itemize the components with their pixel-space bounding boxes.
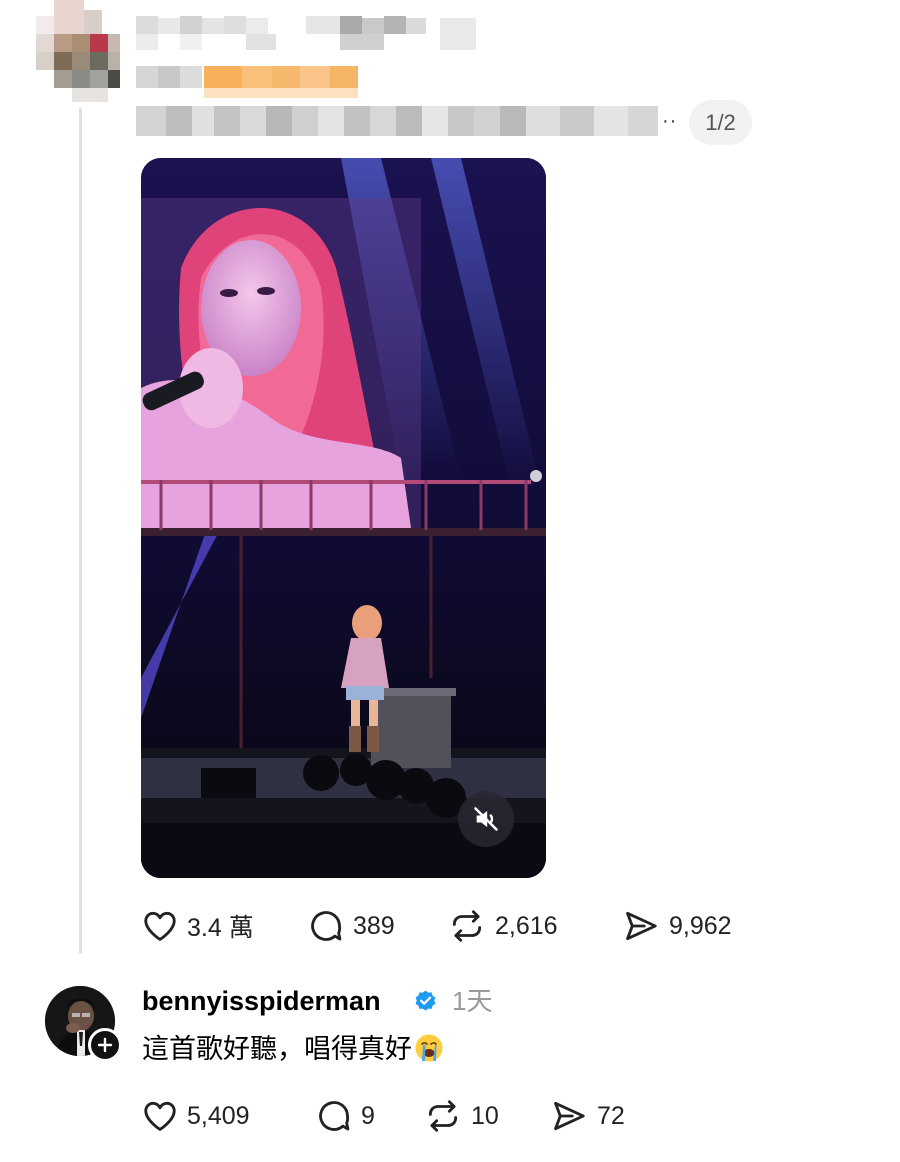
thread-connector-line [79, 108, 82, 954]
post-action-bar: 3.4 萬 389 2,616 9,962 [141, 904, 761, 948]
reply-repost-count: 10 [471, 1101, 499, 1130]
reply-share-button[interactable]: 72 [549, 1094, 625, 1138]
carousel-page-indicator[interactable]: 1/2 [689, 100, 752, 145]
plus-icon [97, 1037, 113, 1053]
more-indicator: ·· [662, 110, 678, 132]
reply-action-bar: 5,409 9 10 72 [141, 1094, 661, 1138]
comment-bubble-icon [311, 911, 342, 941]
reply-timestamp: 1天 [452, 986, 493, 1016]
reply-like-button[interactable]: 5,409 [141, 1094, 250, 1138]
threads-post-page: ·· 1/2 3.4 萬 389 2,616 9,962 bennyisspid… [0, 0, 900, 1162]
heart-icon [144, 1101, 176, 1131]
follow-button[interactable] [88, 1028, 122, 1062]
reply-text: 這首歌好聽，唱得真好 [142, 1034, 412, 1064]
mute-button[interactable] [458, 791, 514, 847]
reply-repost-button[interactable]: 10 [423, 1094, 499, 1138]
like-count: 3.4 萬 [187, 914, 254, 942]
share-button[interactable]: 9,962 [621, 904, 732, 948]
reply-comment-button[interactable]: 9 [315, 1094, 375, 1138]
heart-icon [144, 911, 176, 941]
send-icon [554, 1101, 585, 1131]
reply-share-count: 72 [597, 1101, 625, 1130]
reply-body: 這首歌好聽，唱得真好 [142, 1031, 444, 1067]
loudly-crying-face-emoji-icon [415, 1034, 443, 1062]
comment-count: 389 [353, 911, 395, 940]
reply-like-count: 5,409 [187, 1101, 250, 1130]
muted-speaker-icon [474, 807, 498, 831]
repost-count: 2,616 [495, 911, 558, 940]
pixelated-author-header [0, 0, 760, 150]
share-count: 9,962 [669, 911, 732, 940]
repost-icon [452, 910, 482, 942]
send-icon [626, 911, 657, 941]
repost-button[interactable]: 2,616 [447, 904, 558, 948]
repost-icon [428, 1100, 458, 1132]
concert-video-frame [141, 158, 546, 878]
reply-comment-count: 9 [361, 1101, 375, 1130]
like-button[interactable]: 3.4 萬 [141, 904, 254, 948]
reply-username[interactable]: bennyisspiderman [142, 985, 381, 1017]
post-video[interactable] [141, 158, 546, 878]
verified-badge-icon [415, 990, 436, 1011]
comment-button[interactable]: 389 [307, 904, 395, 948]
comment-bubble-icon [319, 1101, 350, 1131]
